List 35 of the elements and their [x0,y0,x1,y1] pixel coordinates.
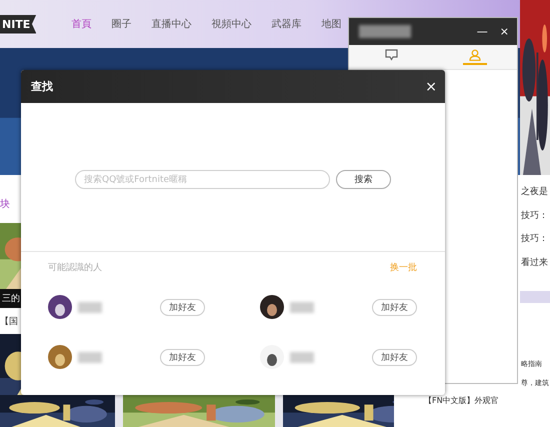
article-link[interactable]: 技巧： [521,234,548,246]
dialog-title: 查找 [31,79,54,94]
article-link[interactable]: 之夜是 [521,187,548,198]
close-button[interactable]: × [425,78,437,94]
contact-icon [469,49,481,61]
add-friend-button[interactable]: 加好友 [372,298,417,316]
article-link[interactable]: 技巧： [521,210,548,222]
nav-tab[interactable]: 直播中心 [151,17,192,31]
blurred-name [290,302,314,312]
nav-tab[interactable]: 武器库 [271,17,302,31]
add-friend-button[interactable]: 加好友 [160,348,205,366]
section-label: 可能認識的人 [48,262,102,274]
site-logo[interactable]: NITE [0,14,36,34]
search-button[interactable]: 搜索 [336,170,391,189]
avatar-icon [260,345,284,369]
blurred-name [78,302,102,312]
close-button[interactable]: × [498,25,511,38]
section-bar [520,291,550,303]
nav-tab[interactable]: 首頁 [71,17,92,31]
minimize-button[interactable]: — [474,25,490,38]
section-heading: 块 [0,198,10,211]
article-link[interactable]: 【国 [0,315,18,328]
add-friend-button[interactable]: 加好友 [160,298,205,316]
add-friend-button[interactable]: 加好友 [372,348,417,366]
blurred-title [359,25,411,38]
nav-tab[interactable]: 視頻中心 [211,17,252,31]
message-icon [384,49,398,61]
article-link[interactable]: 看过来 [521,258,548,269]
nav-tab[interactable]: 地图 [321,17,342,31]
avatar-icon [48,295,72,319]
blurred-name [78,352,102,362]
avatar-icon [260,295,284,319]
nav-tab[interactable]: 圈子 [111,17,132,31]
blurred-name [290,352,314,362]
search-field[interactable]: 搜索QQ號或Fortnite暱稱 [75,170,330,189]
